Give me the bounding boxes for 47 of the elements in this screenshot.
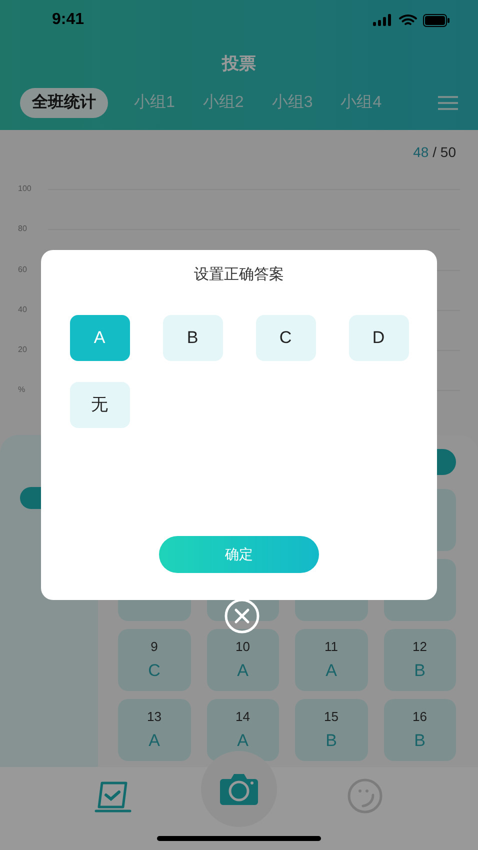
question-number: 9 [150, 638, 158, 656]
axis-tick-label: % [18, 384, 26, 396]
answer-letter: A [237, 660, 248, 682]
answer-card[interactable]: 14 A [206, 699, 279, 761]
total-count: / 50 [432, 142, 456, 162]
answer-card[interactable]: 13 A [118, 699, 190, 761]
axis-tick-label: 60 [18, 264, 28, 276]
dialog-title: 设置正确答案 [194, 264, 284, 285]
answer-letter: B [326, 730, 337, 752]
axis-tick-label: 40 [18, 304, 28, 316]
menu-icon[interactable] [438, 95, 458, 111]
answer-card[interactable]: 10 A [206, 629, 279, 691]
answer-option[interactable]: D [348, 315, 408, 361]
answer-letter: C [148, 660, 160, 682]
question-number: 10 [236, 638, 250, 656]
axis-tick-label: 100 [18, 183, 32, 195]
answer-letter: B [414, 730, 426, 752]
answer-card[interactable]: 12 B [384, 629, 456, 691]
question-number: 14 [236, 708, 250, 726]
close-icon[interactable] [224, 598, 260, 634]
page-title: 投票 [222, 53, 256, 76]
axis-tick-label: 80 [18, 223, 28, 236]
answer-letter: B [414, 660, 426, 682]
question-number: 15 [324, 708, 338, 726]
question-number: 16 [412, 708, 427, 726]
axis-tick-label: 20 [18, 344, 28, 356]
answer-letter: A [237, 730, 248, 752]
answer-option[interactable]: B [162, 315, 222, 361]
smiley-icon[interactable] [346, 777, 384, 815]
answer-letter: A [148, 730, 160, 752]
question-number: 12 [412, 638, 427, 656]
answer-card[interactable]: 16 B [384, 699, 456, 761]
camera-icon [218, 772, 259, 806]
status-time: 9:41 [52, 10, 84, 30]
answer-letter: A [326, 660, 337, 682]
question-number: 11 [324, 638, 338, 656]
signal-icon [373, 14, 393, 26]
answer-card[interactable]: 15 B [295, 699, 368, 761]
wifi-icon [399, 14, 417, 26]
answer-option[interactable]: 无 [70, 382, 130, 428]
submitted-count: 48 [413, 142, 429, 162]
question-number: 13 [147, 708, 162, 726]
battery-icon [423, 14, 450, 26]
answer-card[interactable]: 9 C [118, 629, 190, 691]
answer-option[interactable]: C [256, 315, 316, 361]
answer-card[interactable]: 11 A [295, 629, 368, 691]
group-tab[interactable]: 全班统计 [20, 88, 108, 118]
